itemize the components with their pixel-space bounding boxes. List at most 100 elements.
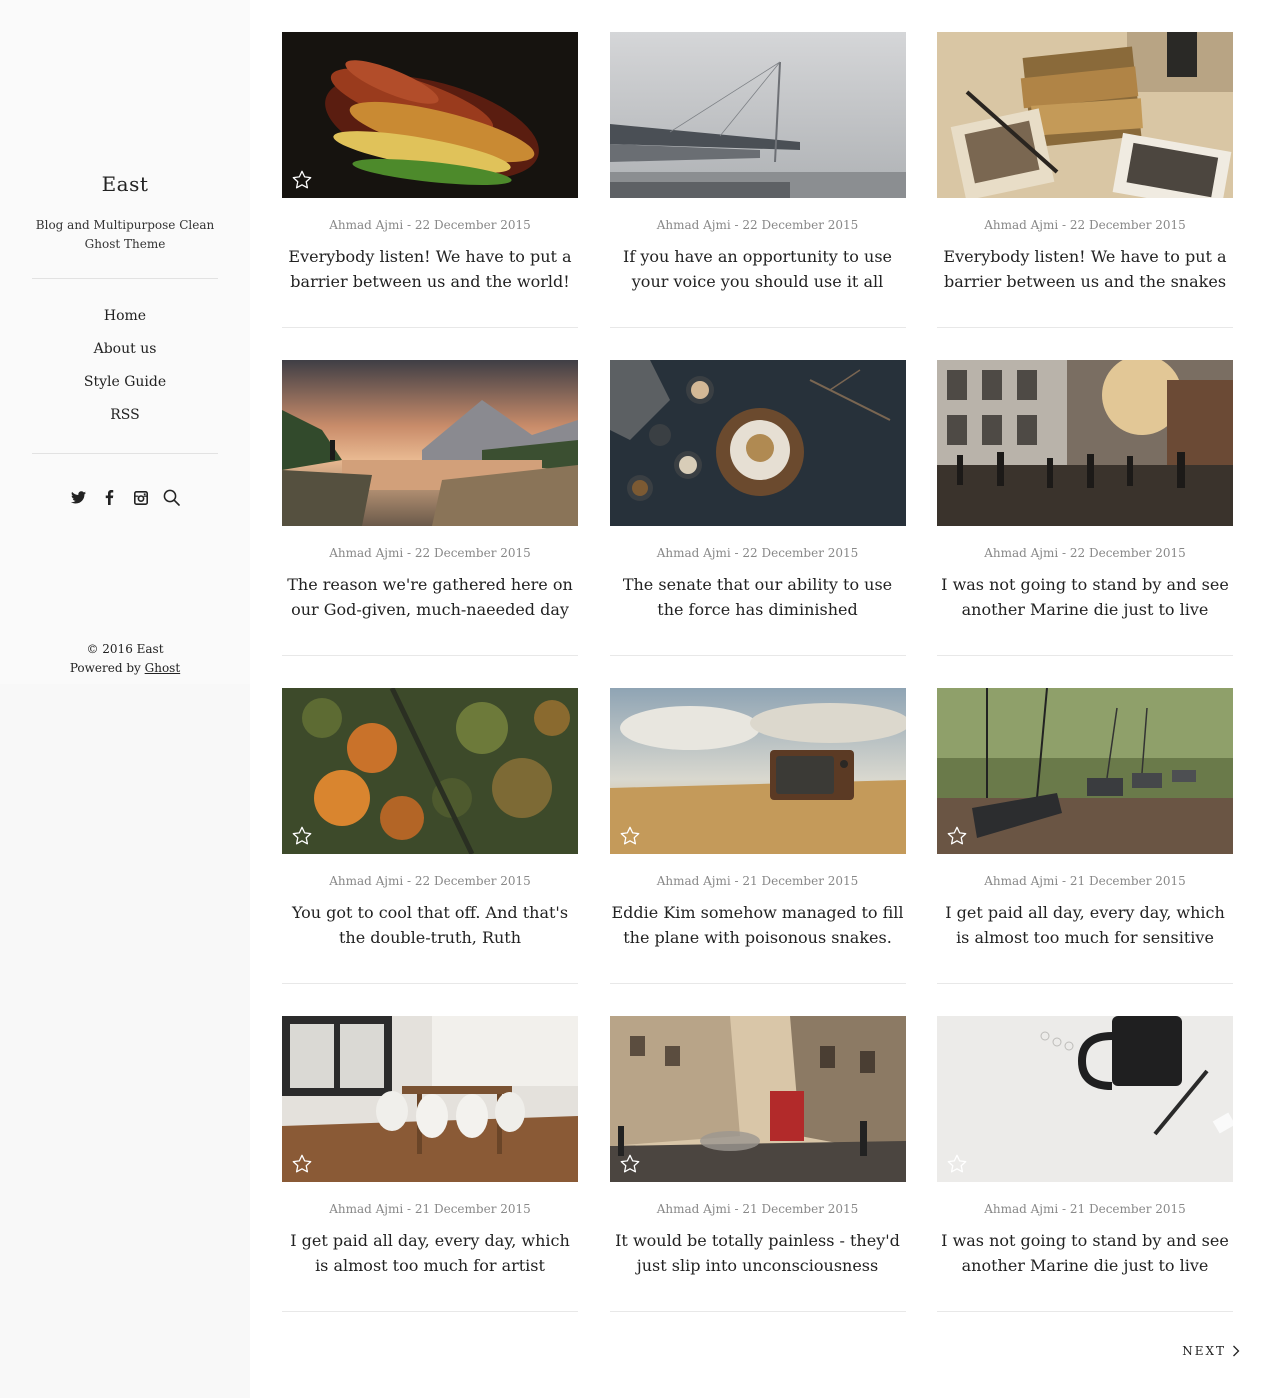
post-date: 22 December 2015 — [414, 546, 531, 560]
post-card[interactable]: Ahmad Ajmi - 22 December 2015 I was not … — [937, 360, 1233, 656]
search-icon[interactable] — [163, 489, 180, 506]
post-image-playground-swings[interactable] — [937, 688, 1233, 854]
post-image-dining-room[interactable] — [282, 1016, 578, 1182]
post-meta: Ahmad Ajmi - 22 December 2015 — [329, 218, 531, 232]
post-author[interactable]: Ahmad Ajmi — [329, 874, 403, 888]
site-description: Blog and Multipurpose Clean Ghost Theme — [35, 218, 215, 251]
post-author[interactable]: Ahmad Ajmi — [984, 874, 1058, 888]
next-page-link[interactable]: NEXT — [1160, 1344, 1240, 1358]
post-date: 22 December 2015 — [1069, 546, 1186, 560]
post-title[interactable]: I get paid all day, every day, which is … — [937, 900, 1233, 950]
social-links — [0, 489, 250, 506]
post-title[interactable]: I was not going to stand by and see anot… — [937, 572, 1233, 622]
post-author[interactable]: Ahmad Ajmi — [329, 1202, 403, 1216]
post-title[interactable]: If you have an opportunity to use your v… — [610, 244, 906, 294]
sidebar-nav: Home About us Style Guide RSS — [0, 305, 250, 437]
post-author[interactable]: Ahmad Ajmi — [984, 546, 1058, 560]
post-image-old-photos-and-books[interactable] — [937, 32, 1233, 198]
post-card[interactable]: Ahmad Ajmi - 22 December 2015 If you hav… — [609, 32, 906, 328]
post-date: 21 December 2015 — [742, 1202, 859, 1216]
post-title[interactable]: You got to cool that off. And that's the… — [282, 900, 578, 950]
post-card[interactable]: Ahmad Ajmi - 21 December 2015 I was not … — [937, 1016, 1233, 1312]
post-meta: Ahmad Ajmi - 22 December 2015 — [984, 546, 1186, 560]
post-card[interactable]: Ahmad Ajmi - 21 December 2015 Eddie Kim … — [609, 688, 906, 984]
post-meta: Ahmad Ajmi - 22 December 2015 — [329, 874, 531, 888]
post-image-london-street-bus[interactable] — [609, 1016, 906, 1182]
post-image-aerial-autumn-forest[interactable] — [282, 688, 578, 854]
post-title[interactable]: Everybody listen! We have to put a barri… — [937, 244, 1233, 294]
featured-star-icon — [292, 170, 312, 189]
next-label: NEXT — [1182, 1344, 1226, 1358]
post-meta: Ahmad Ajmi - 21 December 2015 — [656, 1202, 859, 1216]
post-author[interactable]: Ahmad Ajmi — [329, 546, 403, 560]
post-date: 21 December 2015 — [414, 1202, 531, 1216]
chevron-right-icon — [1233, 1345, 1240, 1357]
post-author[interactable]: Ahmad Ajmi — [657, 546, 731, 560]
post-meta: Ahmad Ajmi - 21 December 2015 — [984, 874, 1186, 888]
post-author[interactable]: Ahmad Ajmi — [657, 874, 731, 888]
sidebar-panel: East Blog and Multipurpose Clean Ghost T… — [0, 0, 250, 684]
post-meta: Ahmad Ajmi - 22 December 2015 — [656, 546, 859, 560]
sidebar: East Blog and Multipurpose Clean Ghost T… — [0, 0, 250, 1398]
post-date: 21 December 2015 — [1069, 874, 1186, 888]
post-meta: Ahmad Ajmi - 22 December 2015 — [656, 218, 859, 232]
post-date: 22 December 2015 — [1069, 218, 1186, 232]
featured-star-icon — [947, 826, 967, 845]
post-date: 22 December 2015 — [742, 218, 859, 232]
nav-item-style-guide[interactable]: Style Guide — [0, 371, 250, 404]
post-date: 21 December 2015 — [742, 874, 859, 888]
post-date: 21 December 2015 — [1069, 1202, 1186, 1216]
featured-star-icon — [620, 1154, 639, 1173]
post-author[interactable]: Ahmad Ajmi — [657, 218, 731, 232]
featured-star-icon — [620, 826, 639, 845]
post-title[interactable]: Everybody listen! We have to put a barri… — [282, 244, 578, 294]
powered-by: Powered by Ghost — [0, 659, 250, 678]
post-card[interactable]: Ahmad Ajmi - 22 December 2015 Everybody … — [937, 32, 1233, 328]
post-author[interactable]: Ahmad Ajmi — [984, 1202, 1058, 1216]
post-card[interactable]: Ahmad Ajmi - 21 December 2015 I get paid… — [282, 1016, 578, 1312]
post-meta: Ahmad Ajmi - 22 December 2015 — [984, 218, 1186, 232]
post-title[interactable]: The reason we're gathered here on our Go… — [282, 572, 578, 622]
nav-item-home[interactable]: Home — [0, 305, 250, 338]
post-meta: Ahmad Ajmi - 22 December 2015 — [329, 546, 531, 560]
post-date: 22 December 2015 — [742, 546, 859, 560]
featured-star-icon — [292, 1154, 312, 1173]
powered-by-text: Powered by — [69, 661, 141, 675]
sidebar-divider-top — [32, 278, 218, 279]
post-card[interactable]: Ahmad Ajmi - 21 December 2015 I get paid… — [937, 688, 1233, 984]
post-card[interactable]: Ahmad Ajmi - 22 December 2015 You got to… — [282, 688, 578, 984]
ghost-link[interactable]: Ghost — [145, 661, 181, 675]
site-title[interactable]: East — [0, 172, 250, 196]
copyright-text: © 2016 East — [86, 642, 164, 656]
nav-item-rss[interactable]: RSS — [0, 404, 250, 437]
post-date: 22 December 2015 — [414, 874, 531, 888]
post-image-food-on-dark-table[interactable] — [609, 360, 906, 526]
featured-star-icon — [292, 826, 312, 845]
post-meta: Ahmad Ajmi - 21 December 2015 — [329, 1202, 531, 1216]
post-title[interactable]: I was not going to stand by and see anot… — [937, 1228, 1233, 1278]
post-title[interactable]: Eddie Kim somehow managed to fill the pl… — [610, 900, 906, 950]
post-title[interactable]: It would be totally painless - they'd ju… — [610, 1228, 906, 1278]
sidebar-footer: © 2016 East Powered by Ghost — [0, 640, 250, 678]
twitter-icon[interactable] — [70, 489, 87, 506]
post-card[interactable]: Ahmad Ajmi - 22 December 2015 The reason… — [282, 360, 578, 656]
post-card[interactable]: Ahmad Ajmi - 21 December 2015 It would b… — [609, 1016, 906, 1312]
post-card[interactable]: Ahmad Ajmi - 22 December 2015 Everybody … — [282, 32, 578, 328]
post-meta: Ahmad Ajmi - 21 December 2015 — [656, 874, 859, 888]
post-image-old-tv-in-field[interactable] — [609, 688, 906, 854]
nav-item-about-us[interactable]: About us — [0, 338, 250, 371]
facebook-icon[interactable] — [101, 489, 118, 506]
post-image-city-street-crowd[interactable] — [937, 360, 1233, 526]
instagram-icon[interactable] — [132, 489, 149, 506]
post-image-mountain-lake-sunset[interactable] — [282, 360, 578, 526]
post-title[interactable]: I get paid all day, every day, which is … — [282, 1228, 578, 1278]
post-author[interactable]: Ahmad Ajmi — [329, 218, 403, 232]
post-image-mug-and-pen[interactable] — [937, 1016, 1233, 1182]
post-image-foggy-bridge[interactable] — [609, 32, 906, 198]
post-image-autumn-leaves[interactable] — [282, 32, 578, 198]
post-card[interactable]: Ahmad Ajmi - 22 December 2015 The senate… — [609, 360, 906, 656]
post-meta: Ahmad Ajmi - 21 December 2015 — [984, 1202, 1186, 1216]
post-title[interactable]: The senate that our ability to use the f… — [610, 572, 906, 622]
post-author[interactable]: Ahmad Ajmi — [984, 218, 1058, 232]
post-author[interactable]: Ahmad Ajmi — [657, 1202, 731, 1216]
